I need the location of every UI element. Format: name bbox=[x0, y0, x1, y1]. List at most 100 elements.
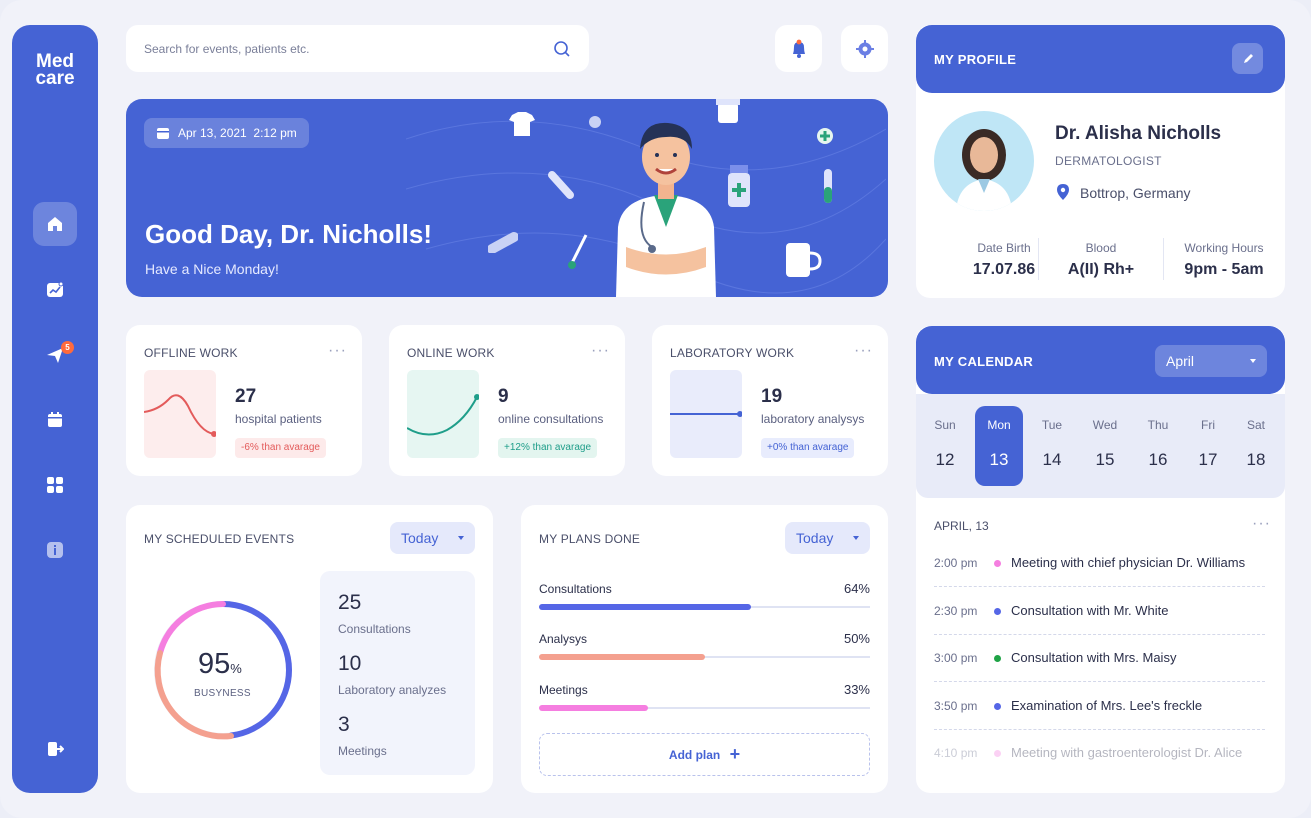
online-work-card: ONLINE WORK ··· 9 online consultations +… bbox=[389, 325, 625, 476]
dropdown-value: April bbox=[1166, 353, 1195, 369]
laboratory-trend-chart bbox=[670, 370, 743, 458]
agenda-event[interactable]: 3:50 pm Examination of Mrs. Lee's freckle bbox=[934, 683, 1265, 730]
logout-icon bbox=[48, 742, 64, 756]
busyness-value: 95% bbox=[198, 648, 242, 680]
sidebar-item-info[interactable] bbox=[33, 528, 77, 572]
search-icon[interactable] bbox=[553, 40, 571, 58]
medicine-bottle-icon bbox=[728, 165, 750, 207]
agenda-date-heading: APRIL, 13 bbox=[934, 519, 989, 533]
calendar-icon bbox=[157, 128, 169, 139]
add-plan-label: Add plan bbox=[668, 748, 721, 762]
plans-done-card: MY PLANS DONE Today Consultations 64% An… bbox=[521, 505, 888, 793]
grid-icon bbox=[47, 477, 63, 493]
laboratory-work-card: LABORATORY WORK ··· 19 laboratory analys… bbox=[652, 325, 888, 476]
busyness-label: BUSYNESS bbox=[194, 688, 251, 699]
day-thu[interactable]: Thu 16 bbox=[1134, 406, 1182, 486]
home-icon bbox=[48, 217, 62, 231]
stat-label: hospital patients bbox=[235, 412, 322, 426]
logout-button[interactable] bbox=[33, 727, 77, 771]
gear-icon bbox=[855, 39, 874, 58]
sidebar-item-apps[interactable] bbox=[33, 463, 77, 507]
stat-delta: -6% than avarage bbox=[235, 438, 326, 458]
day-wed[interactable]: Wed 15 bbox=[1081, 406, 1129, 486]
jar-icon bbox=[716, 99, 740, 123]
event-dot bbox=[994, 750, 1001, 757]
card-title: MY SCHEDULED EVENTS bbox=[144, 532, 295, 546]
agenda-event[interactable]: 4:10 pm Meeting with gastroenterologist D… bbox=[934, 730, 1265, 777]
offline-trend-chart bbox=[143, 370, 217, 458]
settings-button[interactable] bbox=[841, 25, 888, 72]
meta-label: Blood bbox=[1085, 241, 1117, 255]
search-input[interactable] bbox=[144, 37, 544, 61]
stat-value: 19 bbox=[761, 386, 783, 407]
bell-icon bbox=[792, 39, 805, 58]
offline-work-card: OFFLINE WORK ··· 27 hospital patients -6… bbox=[126, 325, 362, 476]
more-options-icon[interactable]: ··· bbox=[328, 343, 347, 359]
card-title: LABORATORY WORK bbox=[670, 346, 795, 360]
more-options-icon[interactable]: ··· bbox=[591, 343, 610, 359]
agenda-event[interactable]: 2:30 pm Consultation with Mr. White bbox=[934, 588, 1265, 635]
notifications-button[interactable] bbox=[775, 25, 822, 72]
sidebar-item-analytics[interactable] bbox=[33, 268, 77, 312]
panel-title: MY PROFILE bbox=[934, 52, 1017, 67]
more-options-icon[interactable]: ··· bbox=[1252, 516, 1271, 532]
profile-card: MY PROFILE Dr. Alisha Nicholls DERMATOLO… bbox=[916, 25, 1285, 298]
panel-title: MY CALENDAR bbox=[934, 354, 1034, 369]
card-title: MY PLANS DONE bbox=[539, 532, 641, 546]
progress-bar-fill bbox=[539, 705, 649, 711]
greeting-subtitle: Have a Nice Monday! bbox=[145, 261, 279, 277]
capsule-icon bbox=[488, 232, 518, 253]
thermometer-icon bbox=[568, 234, 588, 269]
sidebar-item-home[interactable] bbox=[33, 202, 77, 246]
logo-line-2: care bbox=[35, 68, 75, 89]
avatar[interactable] bbox=[934, 111, 1034, 211]
edit-profile-button[interactable] bbox=[1232, 43, 1263, 74]
online-trend-chart bbox=[406, 370, 480, 458]
stat-delta: +0% than avarage bbox=[761, 438, 855, 458]
day-sun[interactable]: Sun 12 bbox=[921, 406, 969, 486]
doctor-location: Bottrop, Germany bbox=[1080, 185, 1191, 201]
doctor-role: DERMATOLOGIST bbox=[1055, 154, 1162, 168]
agenda-event[interactable]: 3:00 pm Consultation with Mrs. Maisy bbox=[934, 635, 1265, 682]
scheduled-filter-dropdown[interactable]: Today bbox=[390, 522, 475, 554]
sidebar-item-calendar[interactable] bbox=[33, 398, 77, 442]
cross-badge-icon bbox=[817, 128, 833, 144]
scheduled-events-card: MY SCHEDULED EVENTS Today 95% BUSYNESS 2… bbox=[126, 505, 493, 793]
dropdown-value: Today bbox=[796, 530, 834, 546]
plans-filter-dropdown[interactable]: Today bbox=[785, 522, 870, 554]
progress-bar-fill bbox=[539, 654, 705, 660]
meta-label: Working Hours bbox=[1184, 241, 1264, 255]
more-options-icon[interactable]: ··· bbox=[854, 343, 873, 359]
sidebar: Med care 5 bbox=[12, 25, 98, 793]
banner-time: 2:12 pm bbox=[253, 126, 297, 140]
logo[interactable]: Med care bbox=[12, 52, 98, 89]
chevron-down-icon bbox=[458, 536, 464, 540]
day-tue[interactable]: Tue 14 bbox=[1028, 406, 1076, 486]
event-dot bbox=[994, 608, 1001, 615]
welcome-banner: Apr 13, 2021 2:12 pm Good Day, Dr. Nicho… bbox=[126, 99, 888, 297]
stat-delta: +12% than avarage bbox=[498, 438, 598, 458]
chevron-down-icon bbox=[853, 536, 859, 540]
agenda-event[interactable]: 2:00 pm Meeting with chief physician Dr. … bbox=[934, 540, 1265, 587]
dropdown-value: Today bbox=[401, 530, 439, 546]
cup-icon bbox=[786, 243, 822, 277]
calendar-header: MY CALENDAR April bbox=[916, 326, 1285, 394]
event-dot bbox=[994, 703, 1001, 710]
profile-header: MY PROFILE bbox=[916, 25, 1285, 93]
calendar-icon bbox=[48, 412, 62, 427]
stat-label: online consultations bbox=[498, 412, 604, 426]
add-plan-button[interactable]: Add plan + bbox=[539, 733, 870, 776]
stat-value: 27 bbox=[235, 386, 257, 407]
card-title: ONLINE WORK bbox=[407, 346, 495, 360]
meta-label: Date Birth bbox=[977, 241, 1031, 255]
notification-badge: 5 bbox=[61, 341, 74, 354]
day-fri[interactable]: Fri 17 bbox=[1184, 406, 1232, 486]
day-mon[interactable]: Mon 13 bbox=[975, 406, 1023, 486]
card-title: OFFLINE WORK bbox=[144, 346, 238, 360]
month-dropdown[interactable]: April bbox=[1155, 345, 1267, 377]
plus-icon: + bbox=[729, 744, 741, 764]
day-sat[interactable]: Sat 18 bbox=[1232, 406, 1280, 486]
events-summary: 25 Consultations 10 Laboratory analyzes … bbox=[320, 571, 475, 775]
pill-icon bbox=[589, 116, 601, 128]
sidebar-item-messages[interactable]: 5 bbox=[33, 333, 77, 377]
